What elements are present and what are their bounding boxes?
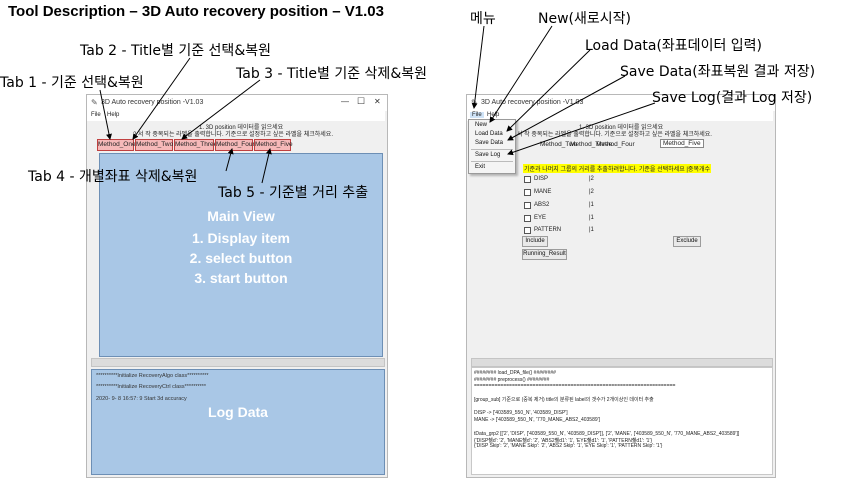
arrow-menu (471, 25, 485, 109)
callout-arrows (99, 25, 656, 184)
arrow-tab5 (261, 148, 272, 184)
arrow-save (507, 75, 626, 141)
arrow-tab4 (225, 148, 234, 172)
arrow-load (506, 49, 591, 132)
arrow-tab2 (132, 57, 191, 140)
arrow-tab3 (181, 79, 261, 140)
arrow-new (489, 25, 553, 123)
arrow-tab1 (99, 89, 112, 140)
